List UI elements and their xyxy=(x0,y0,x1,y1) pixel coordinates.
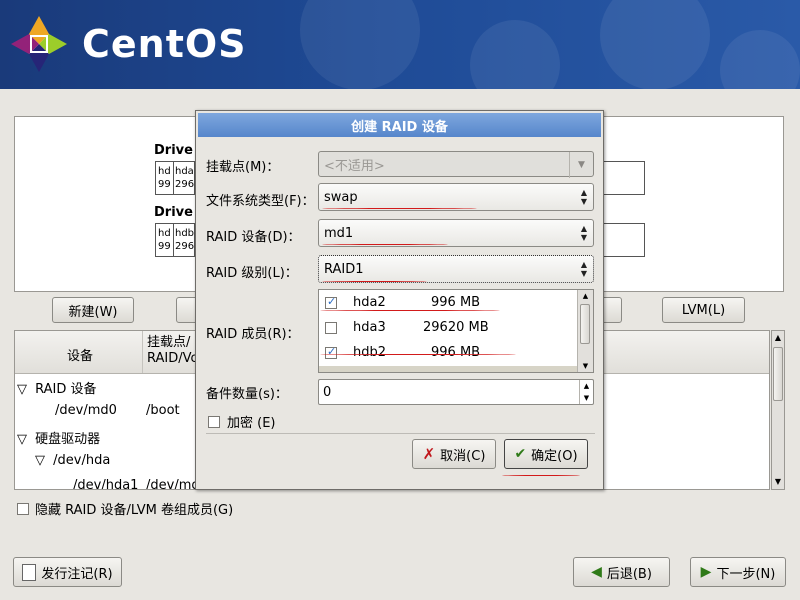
member-row-hda2[interactable]: hda2 996 MB xyxy=(319,290,480,315)
member-row-hdb2[interactable]: hdb2 996 MB xyxy=(319,340,480,365)
member-checkbox[interactable] xyxy=(325,295,337,309)
mount-point-value: <不适用> xyxy=(324,158,385,174)
drive-map-2-end xyxy=(600,223,645,257)
updown-arrows-icon: ▲ ▼ xyxy=(580,188,587,206)
encrypt-checkbox[interactable]: 加密 (E) xyxy=(208,412,276,431)
new-button[interactable]: 新建(W) xyxy=(52,297,134,323)
expand-triangle-icon[interactable]: ▽ xyxy=(17,382,27,397)
cancel-label: 取消(C) xyxy=(440,448,486,464)
member-checkbox[interactable] xyxy=(325,321,337,334)
tree-row-label: /dev/hda xyxy=(53,453,111,468)
drive-cell: hd 99 xyxy=(158,166,171,190)
next-arrow-icon: ▶ xyxy=(700,564,712,580)
member-size: 996 MB xyxy=(431,345,481,360)
create-raid-dialog: 创建 RAID 设备 挂载点(M)： <不适用> ▼ 文件系统类型(F)： sw… xyxy=(195,110,604,490)
document-icon xyxy=(22,563,37,581)
raid-device-label: RAID 设备(D)： xyxy=(206,230,301,245)
member-name: hda3 xyxy=(353,320,386,335)
cancel-button[interactable]: ✗ 取消(C) xyxy=(412,439,496,469)
filesystem-type-value: swap xyxy=(324,189,358,205)
drive-cell: hda 296 xyxy=(175,166,195,190)
spares-label: 备件数量(s)： xyxy=(206,387,288,402)
raid-device-value: md1 xyxy=(324,225,354,241)
back-arrow-icon: ◀ xyxy=(591,564,602,580)
dialog-title: 创建 RAID 设备 xyxy=(198,113,601,137)
scroll-thumb[interactable] xyxy=(580,304,590,344)
member-name: hdb2 xyxy=(353,345,387,360)
drive-map-2: hd 99 hdb 296 xyxy=(155,223,195,257)
member-size: 996 MB xyxy=(431,295,481,310)
member-name: hda2 xyxy=(353,295,386,310)
drive-map-1: hd 99 hda 296 xyxy=(155,161,195,195)
checkbox-box[interactable] xyxy=(208,415,220,428)
ok-button[interactable]: ✔ 确定(O) xyxy=(504,439,588,469)
spares-value: 0 xyxy=(323,384,332,400)
dialog-separator xyxy=(206,433,595,434)
filesystem-type-combo[interactable]: swap ▲ ▼ xyxy=(318,183,594,211)
expand-triangle-icon[interactable]: ▽ xyxy=(35,453,45,468)
raid-level-combo[interactable]: RAID1 ▲ ▼ xyxy=(318,255,594,283)
raid-members-label: RAID 成员(R)： xyxy=(206,327,300,342)
drive-cell: hdb 296 xyxy=(175,228,195,252)
next-label: 下一步(N) xyxy=(716,566,776,582)
tree-scrollbar[interactable]: ▲ ▼ xyxy=(771,330,785,490)
spares-spinbutton[interactable]: 0 ▲ ▼ xyxy=(318,379,594,405)
tree-row-hda[interactable]: ▽ /dev/hda xyxy=(35,453,110,468)
member-row-hda3[interactable]: hda3 29620 MB xyxy=(319,315,489,340)
dropdown-arrow-icon: ▼ xyxy=(569,152,593,178)
member-checkbox[interactable] xyxy=(325,345,337,359)
centos-logo-icon xyxy=(11,16,67,72)
next-button[interactable]: ▶ 下一步(N) xyxy=(690,557,786,587)
centos-banner: CentOS xyxy=(0,0,800,89)
mount-point-combo[interactable]: <不适用> ▼ xyxy=(318,151,594,178)
tree-row-label: RAID 设备 xyxy=(35,382,97,397)
tree-row-label: 硬盘驱动器 xyxy=(35,432,101,447)
raid-device-combo[interactable]: md1 ▲ ▼ xyxy=(318,219,594,247)
back-label: 后退(B) xyxy=(606,566,652,582)
raid-level-label: RAID 级别(L)： xyxy=(206,266,298,281)
mount-point-label: 挂载点(M)： xyxy=(206,160,280,175)
cancel-x-icon: ✗ xyxy=(422,445,436,463)
encrypt-label: 加密 (E) xyxy=(227,416,276,431)
expand-triangle-icon[interactable]: ▽ xyxy=(17,432,27,447)
updown-arrows-icon: ▲ ▼ xyxy=(580,260,587,278)
ok-checkmark-icon: ✔ xyxy=(514,446,527,462)
drive-map-1-end xyxy=(600,161,645,195)
spin-arrows-icon[interactable]: ▲ ▼ xyxy=(579,380,593,404)
tree-row-hda1[interactable]: /dev/hda1 xyxy=(73,478,139,490)
back-button[interactable]: ◀ 后退(B) xyxy=(573,557,670,587)
column-device[interactable]: 设备 xyxy=(67,345,93,364)
tree-row-md0[interactable]: /dev/md0 xyxy=(55,403,117,418)
tree-row-raid[interactable]: ▽ RAID 设备 xyxy=(17,378,97,397)
scroll-down-icon[interactable]: ▼ xyxy=(578,360,593,372)
checkbox-box[interactable] xyxy=(17,502,29,515)
scroll-up-icon[interactable]: ▲ xyxy=(772,331,784,345)
members-scrollbar[interactable]: ▲ ▼ xyxy=(577,290,593,372)
raid-level-value: RAID1 xyxy=(324,261,364,277)
ok-label: 确定(O) xyxy=(531,448,578,464)
drive-cell: hd 99 xyxy=(158,228,171,252)
lvm-button[interactable]: LVM(L) xyxy=(662,297,745,323)
hide-raid-label: 隐藏 RAID 设备/LVM 卷组成员(G) xyxy=(35,503,234,518)
filesystem-type-label: 文件系统类型(F)： xyxy=(206,194,315,209)
scroll-up-icon[interactable]: ▲ xyxy=(578,290,593,302)
tree-row-label: /dev/md0 xyxy=(55,403,117,418)
brand-name: CentOS xyxy=(82,22,247,66)
hide-raid-checkbox[interactable]: 隐藏 RAID 设备/LVM 卷组成员(G) xyxy=(17,499,233,518)
drive-label-1: Drive xyxy=(154,143,193,158)
tree-row-label: /dev/hda1 xyxy=(73,478,139,490)
scroll-down-icon[interactable]: ▼ xyxy=(772,475,784,489)
tree-row-md0-mount: /boot xyxy=(146,403,180,418)
scroll-thumb[interactable] xyxy=(773,347,783,401)
updown-arrows-icon: ▲ ▼ xyxy=(580,224,587,242)
release-notes-label: 发行注记(R) xyxy=(41,566,113,582)
tree-row-hard-drives[interactable]: ▽ 硬盘驱动器 xyxy=(17,428,100,447)
member-size: 29620 MB xyxy=(423,320,489,335)
column-mount[interactable]: 挂载点/ RAID/Vo xyxy=(147,335,198,367)
raid-members-list[interactable]: hda2 996 MB hda3 29620 MB hdb2 996 MB ▲ … xyxy=(318,289,594,373)
drive-label-2: Drive xyxy=(154,205,193,220)
release-notes-button[interactable]: 发行注记(R) xyxy=(13,557,122,587)
